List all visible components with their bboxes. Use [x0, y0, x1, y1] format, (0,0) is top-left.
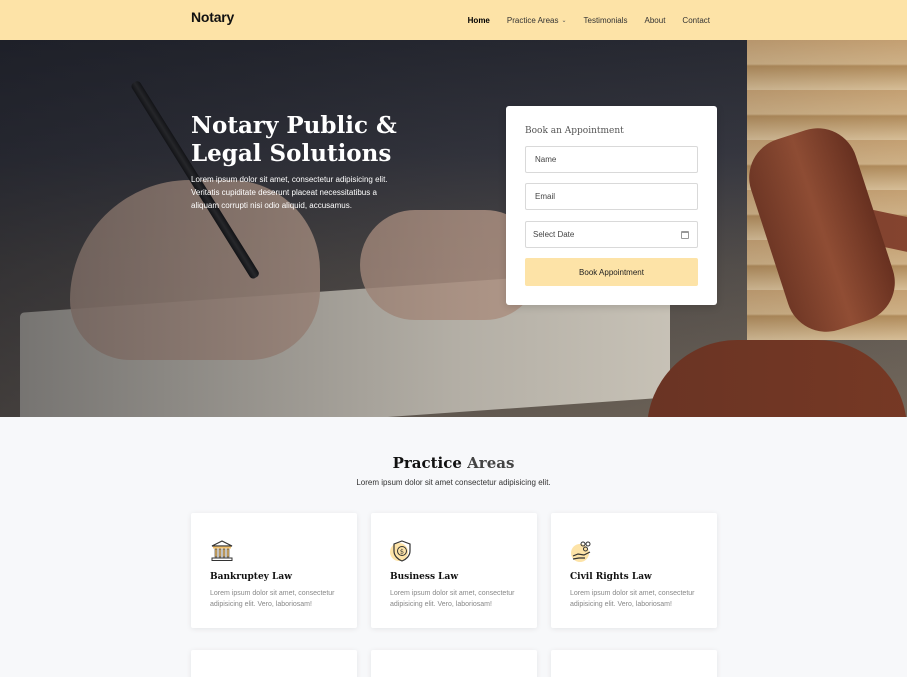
- nav-contact-label: Contact: [682, 15, 710, 25]
- hero-title-bold: Notary Public &: [191, 112, 397, 139]
- people-hand-icon: [571, 541, 591, 562]
- practice-card-title: Business Law: [390, 572, 459, 582]
- practice-card-text: Lorem ipsum dolor sit amet, consectetur …: [210, 590, 335, 608]
- chevron-down-icon: ⌄: [561, 17, 567, 24]
- appointment-form: Book an Appointment Name Email Select Da…: [506, 106, 717, 305]
- book-appointment-button[interactable]: Book Appointment: [525, 258, 698, 286]
- name-field-placeholder: Name: [535, 155, 557, 164]
- date-field-placeholder: Select Date: [533, 230, 575, 239]
- hero-title-light: Legal Solutions: [191, 140, 392, 167]
- name-field[interactable]: Name: [525, 146, 698, 173]
- email-field-placeholder: Email: [535, 192, 556, 201]
- nav-about-label: About: [644, 15, 666, 25]
- practice-areas-title-bold: Practice: [392, 454, 462, 472]
- nav-home[interactable]: Home: [468, 16, 490, 25]
- bank-icon: [211, 540, 233, 561]
- navbar: Notary Home Practice Areas ⌄ Testimonials…: [0, 0, 907, 40]
- practice-card-title: Bankruptey Law: [210, 572, 292, 582]
- nav-about[interactable]: About: [645, 16, 666, 25]
- practice-card-title: Civil Rights Law: [570, 572, 652, 582]
- nav-contact[interactable]: Contact: [682, 16, 710, 25]
- brand-logo[interactable]: Notary: [191, 9, 234, 25]
- practice-card-text: Lorem ipsum dolor sit amet, consectetur …: [390, 590, 515, 608]
- practice-areas-title: Practice Areas: [0, 454, 907, 472]
- nav-practice-areas-label: Practice Areas: [506, 15, 559, 25]
- hero-description: Lorem ipsum dolor sit amet, consectetur …: [191, 175, 388, 210]
- main-nav: Home Practice Areas ⌄ Testimonials About …: [468, 0, 710, 40]
- nav-testimonials[interactable]: Testimonials: [584, 16, 628, 25]
- svg-text:$: $: [400, 548, 404, 556]
- practice-card-placeholder[interactable]: [371, 650, 537, 677]
- email-field[interactable]: Email: [525, 183, 698, 210]
- hero-overlay: [0, 40, 907, 417]
- nav-practice-areas[interactable]: Practice Areas ⌄: [507, 16, 567, 25]
- shield-dollar-icon: $: [390, 540, 411, 562]
- practice-areas-title-light: Areas: [467, 454, 515, 472]
- practice-card-text: Lorem ipsum dolor sit amet, consectetur …: [570, 590, 695, 608]
- hero-title: Notary Public & Legal Solutions: [191, 112, 397, 168]
- practice-card-placeholder[interactable]: [551, 650, 717, 677]
- practice-card-civil-rights[interactable]: Civil Rights Law Lorem ipsum dolor sit a…: [551, 513, 717, 628]
- nav-home-label: Home: [467, 15, 490, 25]
- practice-areas-subtitle: Lorem ipsum dolor sit amet consectetur a…: [356, 478, 551, 487]
- practice-card-business[interactable]: $ Business Law Lorem ipsum dolor sit ame…: [371, 513, 537, 628]
- nav-testimonials-label: Testimonials: [583, 15, 628, 25]
- appointment-form-title: Book an Appointment: [525, 126, 624, 136]
- practice-card-bankruptcy[interactable]: Bankruptey Law Lorem ipsum dolor sit ame…: [191, 513, 357, 628]
- calendar-icon[interactable]: [681, 230, 689, 239]
- date-field[interactable]: Select Date: [525, 221, 698, 248]
- hero-section: [0, 40, 907, 417]
- practice-card-placeholder[interactable]: [191, 650, 357, 677]
